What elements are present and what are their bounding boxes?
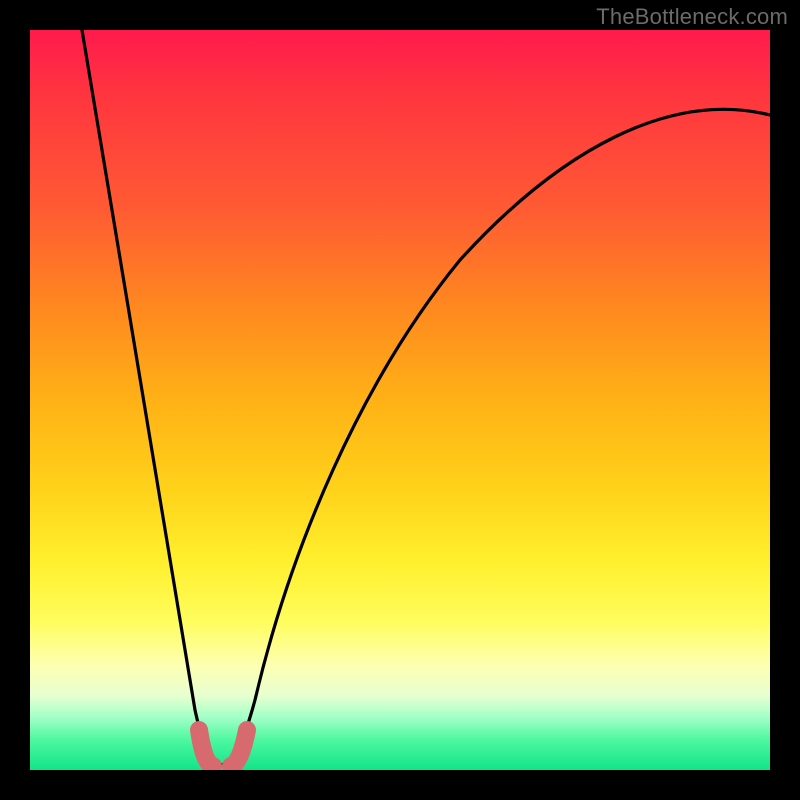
bottleneck-curve — [30, 30, 770, 770]
curve-path — [82, 30, 770, 765]
min-marker-group — [199, 730, 247, 766]
chart-plot-area — [30, 30, 770, 770]
watermark-text: TheBottleneck.com — [596, 4, 788, 30]
chart-frame: TheBottleneck.com — [0, 0, 800, 800]
